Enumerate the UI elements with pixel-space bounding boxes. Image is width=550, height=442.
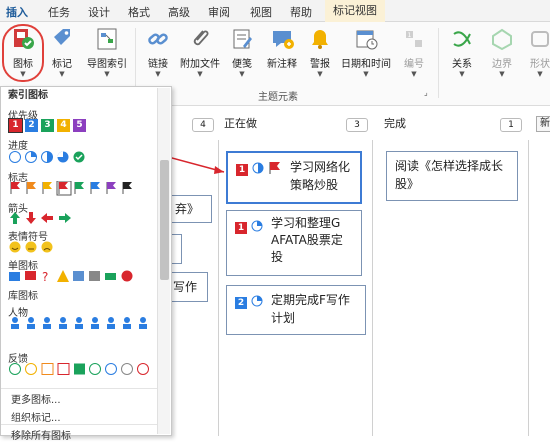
feedback-x-icon[interactable]: [137, 363, 149, 375]
contact-icon[interactable]: [92, 317, 98, 323]
progress-0-icon[interactable]: [9, 151, 21, 163]
priority-2-icon[interactable]: 2: [25, 119, 38, 132]
menu-divider: [1, 388, 159, 389]
sad-face-icon[interactable]: [41, 241, 53, 253]
feedback-heart-icon[interactable]: [57, 363, 70, 375]
panel-scrollbar[interactable]: [157, 88, 170, 434]
people-share-icon[interactable]: [108, 317, 114, 323]
more-icons-menu-item[interactable]: 更多图标...: [11, 391, 61, 406]
arrow-down-icon[interactable]: [26, 212, 36, 224]
single-icon-row: ?: [9, 270, 133, 284]
progress-done-icon[interactable]: [73, 151, 85, 163]
progress-icon-row: [9, 151, 85, 163]
icon-dropdown-panel: 索引图标 优先级 1 2 3 4 5 进度 标志 箭头 表情符号 单图标 ? 库…: [0, 86, 172, 442]
feedback-neutral-icon[interactable]: [25, 363, 37, 375]
feedback-down-icon[interactable]: [74, 363, 85, 375]
person-add-icon[interactable]: [44, 317, 50, 323]
feedback-smile-icon[interactable]: [9, 363, 21, 375]
feedback-sad-icon[interactable]: [41, 363, 54, 375]
flag-selected-icon[interactable]: [56, 181, 72, 196]
thumbs-down-icon[interactable]: [25, 271, 36, 280]
arrow-right-icon[interactable]: [59, 213, 71, 223]
flag-icon-row: [10, 181, 132, 196]
remove-all-icons-menu-item[interactable]: 移除所有图标: [11, 427, 71, 442]
group-icon[interactable]: [28, 317, 34, 323]
progress-75-icon[interactable]: [57, 151, 69, 163]
flag-blue-icon[interactable]: [90, 182, 100, 194]
person-icon[interactable]: [12, 317, 18, 323]
menu-divider: [1, 424, 159, 425]
alarm-clock-icon[interactable]: [121, 270, 133, 282]
flag-orange-icon[interactable]: [26, 182, 36, 194]
person-circle-icon[interactable]: [140, 317, 146, 323]
emoji-icon-row: [9, 241, 53, 253]
section-library-icons: 库图标: [8, 291, 38, 302]
priority-5-icon[interactable]: 5: [73, 119, 86, 132]
priority-3-icon[interactable]: 3: [41, 119, 54, 132]
priority-1-icon[interactable]: 1: [8, 118, 23, 133]
flag-purple-icon[interactable]: [106, 182, 116, 194]
neutral-face-icon[interactable]: [25, 241, 37, 253]
priority-4-icon[interactable]: 4: [57, 119, 70, 132]
feedback-check-icon[interactable]: [89, 363, 101, 375]
flag-yellow-icon[interactable]: [42, 182, 52, 194]
team-icon[interactable]: [76, 317, 82, 323]
progress-25-icon[interactable]: [25, 151, 37, 163]
feedback-icon-row: [9, 363, 149, 375]
arrow-up-icon[interactable]: [10, 212, 20, 224]
person-settings-icon[interactable]: [124, 317, 130, 323]
thumbs-up-icon[interactable]: [9, 272, 20, 281]
organize-markers-menu-item[interactable]: 组织标记...: [11, 409, 61, 424]
id-card-icon[interactable]: [73, 271, 84, 281]
money-icon[interactable]: [105, 273, 116, 280]
panel-header: 索引图标: [1, 89, 171, 103]
flag-red-icon[interactable]: [10, 182, 20, 194]
feedback-block-icon[interactable]: [121, 363, 133, 375]
smile-icon[interactable]: [9, 241, 21, 253]
arrow-icon-row: [10, 212, 71, 224]
scrollbar-thumb[interactable]: [160, 160, 169, 280]
question-icon[interactable]: ?: [42, 270, 48, 284]
people-icon-row: [11, 317, 147, 329]
warning-icon[interactable]: [57, 270, 69, 282]
feedback-minus-icon[interactable]: [105, 363, 117, 375]
flag-green-icon[interactable]: [74, 182, 84, 194]
flag-black-icon[interactable]: [122, 182, 132, 194]
person-remove-icon[interactable]: [60, 317, 66, 323]
calendar-small-icon[interactable]: [89, 271, 100, 281]
arrow-left-icon[interactable]: [41, 213, 53, 223]
progress-50-icon[interactable]: [41, 151, 53, 163]
